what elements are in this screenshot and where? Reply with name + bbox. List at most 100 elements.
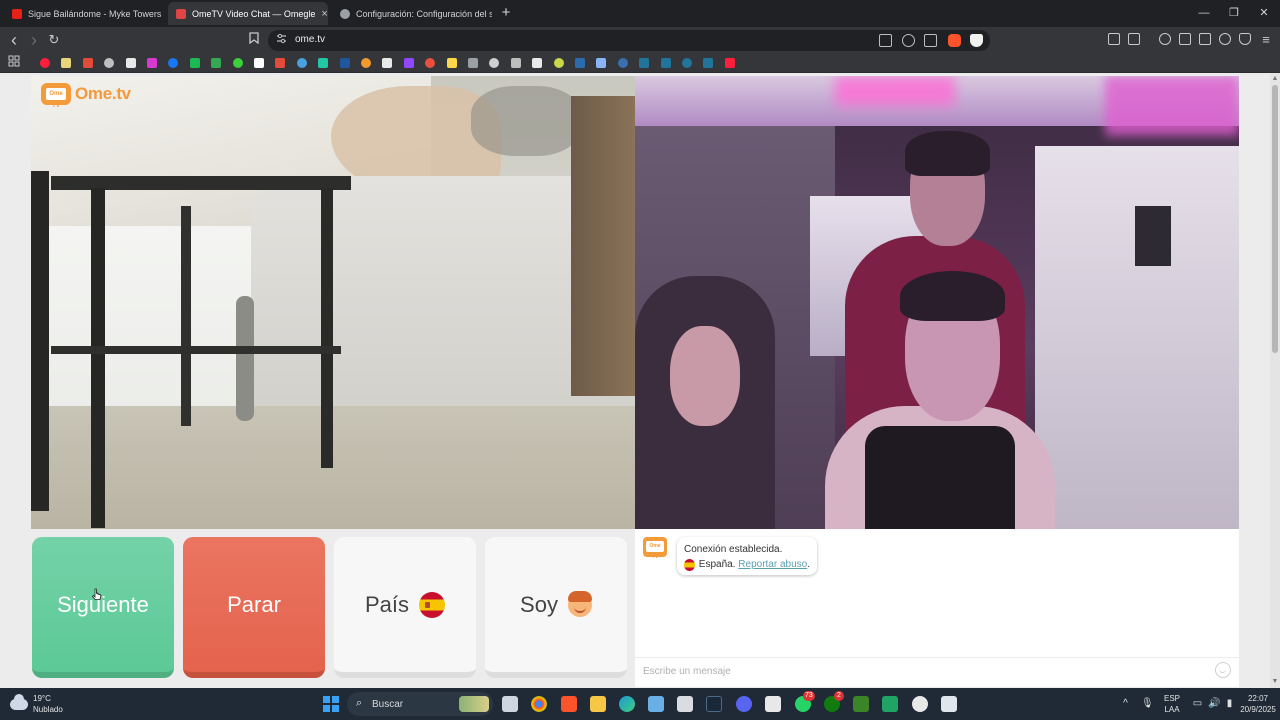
bookmark-icon[interactable] bbox=[211, 58, 222, 68]
bookmark-icon[interactable] bbox=[382, 58, 393, 68]
spain-flag-icon bbox=[419, 591, 446, 618]
bookmark-icon[interactable] bbox=[489, 58, 500, 68]
weather-widget[interactable]: 19°C Nublado bbox=[10, 693, 63, 715]
bookmark-icon[interactable] bbox=[532, 58, 543, 68]
cast-icon[interactable] bbox=[879, 34, 892, 47]
bookmark-icon[interactable] bbox=[125, 58, 136, 68]
bookmark-icon[interactable] bbox=[660, 58, 671, 68]
screenshot-icon[interactable] bbox=[1128, 33, 1140, 45]
store-icon[interactable] bbox=[765, 696, 781, 712]
calculator-icon[interactable] bbox=[677, 696, 693, 712]
back-button[interactable]: ‹ bbox=[6, 31, 22, 49]
bookmark-icon[interactable] bbox=[361, 58, 371, 68]
bookmark-icon[interactable] bbox=[553, 58, 564, 68]
minimize-button[interactable]: — bbox=[1192, 5, 1216, 21]
tab-youtube[interactable]: Sigue Bailándome - Myke Towers - Yo bbox=[4, 2, 164, 25]
bookmark-icon[interactable] bbox=[189, 58, 200, 68]
new-tab-button[interactable]: + bbox=[498, 4, 514, 22]
tab-settings[interactable]: Configuración: Configuración del sitio bbox=[332, 2, 492, 25]
taskbar-search[interactable]: ⌕ Buscar bbox=[347, 692, 493, 716]
gender-button[interactable]: Soy bbox=[485, 537, 627, 678]
bookmark-icon[interactable] bbox=[617, 58, 628, 68]
menu-icon[interactable]: ≡ bbox=[1258, 32, 1274, 48]
bookmark-icon[interactable] bbox=[104, 58, 115, 68]
bookmark-icon[interactable] bbox=[703, 58, 714, 68]
volume-icon[interactable]: 🔊 bbox=[1208, 698, 1220, 709]
bookmark-icon[interactable] bbox=[403, 58, 414, 68]
language-indicator[interactable]: ESP LAA bbox=[1160, 693, 1184, 715]
translate-icon[interactable] bbox=[902, 34, 915, 47]
battery-icon[interactable]: ▮ bbox=[1224, 698, 1235, 709]
bookmark-icon[interactable] bbox=[318, 58, 329, 68]
bookmark-icon[interactable] bbox=[339, 58, 350, 68]
app-icon[interactable] bbox=[648, 696, 664, 712]
bookmark-icon[interactable] bbox=[682, 58, 692, 68]
discord-icon[interactable] bbox=[736, 696, 752, 712]
close-tab-icon[interactable]: × bbox=[315, 8, 327, 20]
scroll-down-icon[interactable]: ▼ bbox=[1271, 678, 1279, 686]
bookmark-icon[interactable] bbox=[639, 58, 650, 68]
bookmark-icon[interactable] bbox=[425, 58, 436, 68]
bookmark-icon[interactable] bbox=[296, 58, 307, 68]
microphone-icon[interactable]: 🎙 bbox=[1141, 698, 1154, 709]
bookmark-icon[interactable] bbox=[168, 58, 179, 68]
chrome-icon[interactable] bbox=[531, 696, 547, 712]
music-icon[interactable] bbox=[1159, 33, 1171, 45]
tray-overflow-icon[interactable]: ^ bbox=[1120, 698, 1131, 709]
steam-icon[interactable] bbox=[706, 696, 722, 712]
obs-icon[interactable] bbox=[912, 696, 928, 712]
partner-country: España. bbox=[698, 559, 736, 570]
bookmark-icon[interactable] bbox=[246, 32, 262, 48]
next-button[interactable]: Siguiente bbox=[32, 537, 174, 678]
wallet-icon[interactable] bbox=[1199, 33, 1211, 45]
apps-grid-icon[interactable] bbox=[6, 55, 22, 71]
message-input[interactable] bbox=[643, 662, 1203, 680]
network-icon[interactable]: ▭ bbox=[1192, 698, 1203, 709]
bookmark-icon[interactable] bbox=[232, 58, 243, 68]
file-explorer-icon[interactable] bbox=[590, 696, 606, 712]
stop-button[interactable]: Parar bbox=[183, 537, 325, 678]
maximize-button[interactable]: ❐ bbox=[1222, 5, 1246, 21]
forward-button[interactable]: › bbox=[26, 31, 42, 49]
task-view-icon[interactable] bbox=[502, 696, 518, 712]
close-window-button[interactable]: ✕ bbox=[1252, 5, 1276, 21]
brave-icon[interactable] bbox=[561, 696, 577, 712]
edge-icon[interactable] bbox=[619, 696, 635, 712]
reload-button[interactable]: ↻ bbox=[46, 32, 62, 48]
address-bar[interactable]: ome.tv bbox=[268, 30, 990, 51]
capture-icon[interactable] bbox=[941, 696, 957, 712]
bookmark-icon[interactable] bbox=[40, 58, 50, 68]
bookmark-icon[interactable] bbox=[468, 58, 478, 68]
scroll-up-icon[interactable]: ▲ bbox=[1271, 75, 1279, 83]
bookmark-icon[interactable] bbox=[724, 58, 735, 68]
page-scrollbar[interactable]: ▲ ▼ bbox=[1270, 73, 1280, 688]
share-icon[interactable] bbox=[924, 34, 937, 47]
bookmark-icon[interactable] bbox=[446, 58, 457, 68]
tab-ometv[interactable]: OmeTV Video Chat — Omegle × bbox=[168, 2, 328, 25]
bookmark-icon[interactable] bbox=[275, 58, 286, 68]
tab-title: Configuración: Configuración del sitio bbox=[356, 8, 492, 19]
country-button[interactable]: País bbox=[334, 537, 476, 678]
brave-rewards-icon[interactable] bbox=[970, 34, 983, 47]
bookmark-icon[interactable] bbox=[82, 58, 93, 68]
site-settings-icon[interactable] bbox=[276, 33, 287, 47]
report-abuse-link[interactable]: Reportar abuso bbox=[738, 557, 807, 572]
brave-shields-icon[interactable] bbox=[948, 34, 961, 47]
sidebar-icon[interactable] bbox=[1179, 33, 1191, 45]
emoji-icon[interactable] bbox=[1215, 662, 1231, 678]
clock[interactable]: 22:07 20/9/2025 bbox=[1238, 693, 1278, 715]
leo-ai-icon[interactable] bbox=[1219, 33, 1231, 45]
ometv-logo[interactable]: Ome TV Ome.tv bbox=[41, 83, 131, 109]
scrollbar-thumb[interactable] bbox=[1272, 85, 1278, 353]
start-button[interactable] bbox=[323, 696, 339, 712]
bookmark-icon[interactable] bbox=[254, 58, 264, 68]
minecraft-icon[interactable] bbox=[853, 696, 869, 712]
bookmark-icon[interactable] bbox=[510, 58, 521, 68]
sheets-icon[interactable] bbox=[882, 696, 898, 712]
bookmark-icon[interactable] bbox=[147, 58, 157, 68]
vpn-shield-icon[interactable] bbox=[1239, 33, 1251, 45]
bookmark-icon[interactable] bbox=[575, 58, 585, 68]
extensions-icon[interactable] bbox=[1108, 33, 1120, 45]
bookmark-icon[interactable] bbox=[61, 58, 72, 68]
bookmark-icon[interactable] bbox=[596, 58, 607, 68]
